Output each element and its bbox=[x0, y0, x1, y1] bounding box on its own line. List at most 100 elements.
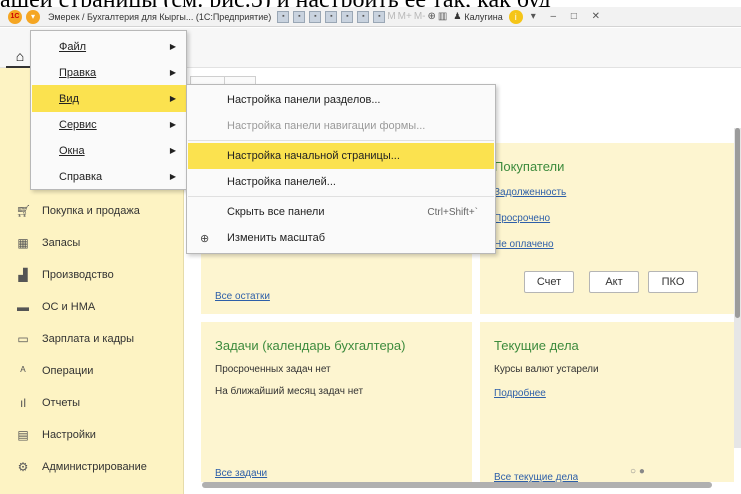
debt-link[interactable]: Задолженность bbox=[494, 187, 566, 198]
print-icon[interactable]: ▪ bbox=[293, 10, 306, 23]
zoom-icon[interactable]: ⊕ bbox=[428, 11, 436, 22]
current-affairs-title: Текущие дела bbox=[494, 338, 579, 353]
tasks-overdue-text: Просроченных задач нет bbox=[215, 364, 331, 375]
submenu-item-label: Настройка панели навигации формы... bbox=[227, 120, 426, 132]
info-icon[interactable]: i bbox=[508, 9, 523, 24]
current-affairs-panel: Текущие дела Курсы валют устарели Подроб… bbox=[480, 322, 734, 482]
toolbar-icons: ▪ ▪ ▪ ▪ ▪ ▪ ▪ bbox=[277, 10, 386, 23]
1c-logo-icon: 1С bbox=[8, 9, 22, 24]
menu-separator bbox=[188, 140, 494, 141]
sidebar-item-label: ОС и НМА bbox=[42, 301, 96, 313]
sidebar-item-label: Запасы bbox=[42, 237, 81, 249]
submenu-item-label: Настройка панелей... bbox=[227, 176, 336, 188]
menu-separator bbox=[188, 196, 494, 197]
sidebar-item-label: Покупка и продажа bbox=[42, 205, 140, 217]
window-titlebar: 1С ▾ Эмерек / Бухгалтерия для Кыргы... (… bbox=[0, 7, 741, 27]
customers-panel: Покупатели Задолженность Просрочено Не о… bbox=[480, 143, 734, 314]
chart-icon: ıl bbox=[20, 396, 26, 410]
window-controls[interactable]: ▾ – □ ✕ bbox=[531, 11, 606, 22]
pager-dots[interactable]: ○ ● bbox=[630, 466, 645, 477]
submenu-arrow-icon: ▶ bbox=[169, 120, 176, 129]
sidebar-item-reports[interactable]: ıl Отчеты bbox=[0, 388, 184, 418]
memory-minus-button[interactable]: M- bbox=[414, 11, 426, 22]
all-balances-link[interactable]: Все остатки bbox=[215, 291, 270, 302]
tasks-month-text: На ближайший месяц задач нет bbox=[215, 386, 364, 397]
tasks-panel: Задачи (календарь бухгалтера) Просроченн… bbox=[201, 322, 472, 482]
user-icon: ♟ bbox=[453, 11, 462, 21]
currency-rates-text: Курсы валют устарели bbox=[494, 364, 599, 375]
menu-item-help[interactable]: Справка ▶ bbox=[32, 163, 186, 190]
cash-receipt-button[interactable]: ПКО bbox=[648, 271, 698, 293]
sidebar-item-sales[interactable]: 🛒︎ Покупка и продажа bbox=[0, 196, 184, 226]
calendar-icon[interactable]: ▪ bbox=[373, 10, 386, 23]
sidebar-item-label: Производство bbox=[42, 269, 114, 281]
sidebar-item-admin[interactable]: ⚙ Администрирование bbox=[0, 452, 184, 482]
window-title: Эмерек / Бухгалтерия для Кыргы... (1С:Пр… bbox=[48, 11, 272, 22]
menu-item-label: Сервис bbox=[59, 118, 97, 131]
submenu-item-start-page[interactable]: Настройка начальной страницы... bbox=[188, 143, 494, 169]
submenu-item-panels[interactable]: Настройка панелей... bbox=[188, 169, 494, 195]
settings-list-icon: ▤ bbox=[17, 428, 29, 442]
user-indicator[interactable]: ♟ Калугина bbox=[453, 11, 502, 22]
menu-item-file[interactable]: Файл ▶ bbox=[32, 33, 186, 60]
submenu-arrow-icon: ▶ bbox=[169, 42, 176, 51]
menu-item-label: Вид bbox=[59, 92, 79, 105]
calculator-icon[interactable]: ▪ bbox=[357, 10, 370, 23]
menu-item-windows[interactable]: Окна ▶ bbox=[32, 137, 186, 164]
menu-item-service[interactable]: Сервис ▶ bbox=[32, 111, 186, 138]
sidebar-item-label: Настройки bbox=[42, 429, 96, 441]
panels-icon[interactable]: ▥ bbox=[438, 11, 447, 22]
submenu-item-zoom[interactable]: ⊕ Изменить масштаб bbox=[188, 225, 494, 251]
preview-icon[interactable]: ▪ bbox=[309, 10, 322, 23]
stock-icon: ▦ bbox=[17, 236, 29, 250]
wallet-icon: ▭ bbox=[17, 332, 29, 346]
submenu-item-form-nav-panel: Настройка панели навигации формы... bbox=[188, 113, 494, 139]
download-icon[interactable]: ▪ bbox=[341, 10, 354, 23]
more-link[interactable]: Подробнее bbox=[494, 388, 546, 399]
main-menu-button[interactable]: ▾ bbox=[26, 9, 40, 24]
invoice-button[interactable]: Счет bbox=[524, 271, 574, 293]
customers-title: Покупатели bbox=[494, 159, 565, 174]
sidebar-item-stock[interactable]: ▦ Запасы bbox=[0, 228, 184, 258]
all-tasks-link[interactable]: Все задачи bbox=[215, 468, 267, 479]
shortcut-label: Ctrl+Shift+` bbox=[427, 206, 478, 218]
submenu-item-label: Изменить масштаб bbox=[227, 232, 326, 244]
submenu-item-hide-panels[interactable]: Скрыть все панели Ctrl+Shift+` bbox=[188, 199, 494, 225]
truck-icon: ▬ bbox=[17, 300, 29, 314]
submenu-arrow-icon: ▶ bbox=[169, 94, 176, 103]
memory-plus-button[interactable]: M+ bbox=[398, 11, 412, 22]
tasks-title: Задачи (календарь бухгалтера) bbox=[215, 338, 406, 353]
menu-item-label: Окна bbox=[59, 144, 85, 157]
menu-item-view[interactable]: Вид ▶ bbox=[32, 85, 186, 112]
sidebar-item-payroll[interactable]: ▭ Зарплата и кадры bbox=[0, 324, 184, 354]
menu-item-edit[interactable]: Правка ▶ bbox=[32, 59, 186, 86]
sidebar-item-label: Зарплата и кадры bbox=[42, 333, 135, 345]
horizontal-scroll-thumb[interactable] bbox=[202, 482, 712, 488]
submenu-item-label: Скрыть все панели bbox=[227, 206, 325, 218]
menu-item-label: Правка bbox=[59, 66, 97, 79]
upload-icon[interactable]: ▪ bbox=[325, 10, 338, 23]
unpaid-link[interactable]: Не оплачено bbox=[494, 239, 554, 250]
memory-m-button[interactable]: M bbox=[387, 11, 395, 22]
sidebar-item-label: Администрирование bbox=[42, 461, 147, 473]
act-button[interactable]: Акт bbox=[589, 271, 639, 293]
sidebar-item-settings[interactable]: ▤ Настройки bbox=[0, 420, 184, 450]
sidebar-item-label: Отчеты bbox=[42, 397, 81, 409]
user-name: Калугина bbox=[464, 11, 503, 22]
submenu-arrow-icon: ▶ bbox=[169, 172, 176, 181]
overdue-link[interactable]: Просрочено bbox=[494, 213, 550, 224]
operations-icon: ᴬ bbox=[20, 364, 26, 378]
sidebar-item-operations[interactable]: ᴬ Операции bbox=[0, 356, 184, 386]
submenu-item-sections-panel[interactable]: Настройка панели разделов... bbox=[188, 87, 494, 113]
save-icon[interactable]: ▪ bbox=[277, 10, 290, 23]
sidebar-item-fixed-assets[interactable]: ▬ ОС и НМА bbox=[0, 292, 184, 322]
vertical-scroll-thumb[interactable] bbox=[735, 128, 740, 318]
vertical-scrollbar[interactable] bbox=[734, 128, 741, 448]
gear-icon: ⚙ bbox=[17, 460, 29, 474]
submenu-item-label: Настройка начальной страницы... bbox=[227, 150, 400, 162]
sidebar-item-label: Операции bbox=[42, 365, 94, 377]
submenu-arrow-icon: ▶ bbox=[169, 68, 176, 77]
submenu-item-label: Настройка панели разделов... bbox=[227, 94, 381, 106]
sidebar-item-production[interactable]: ▟ Производство bbox=[0, 260, 184, 290]
horizontal-scrollbar[interactable] bbox=[190, 481, 726, 489]
